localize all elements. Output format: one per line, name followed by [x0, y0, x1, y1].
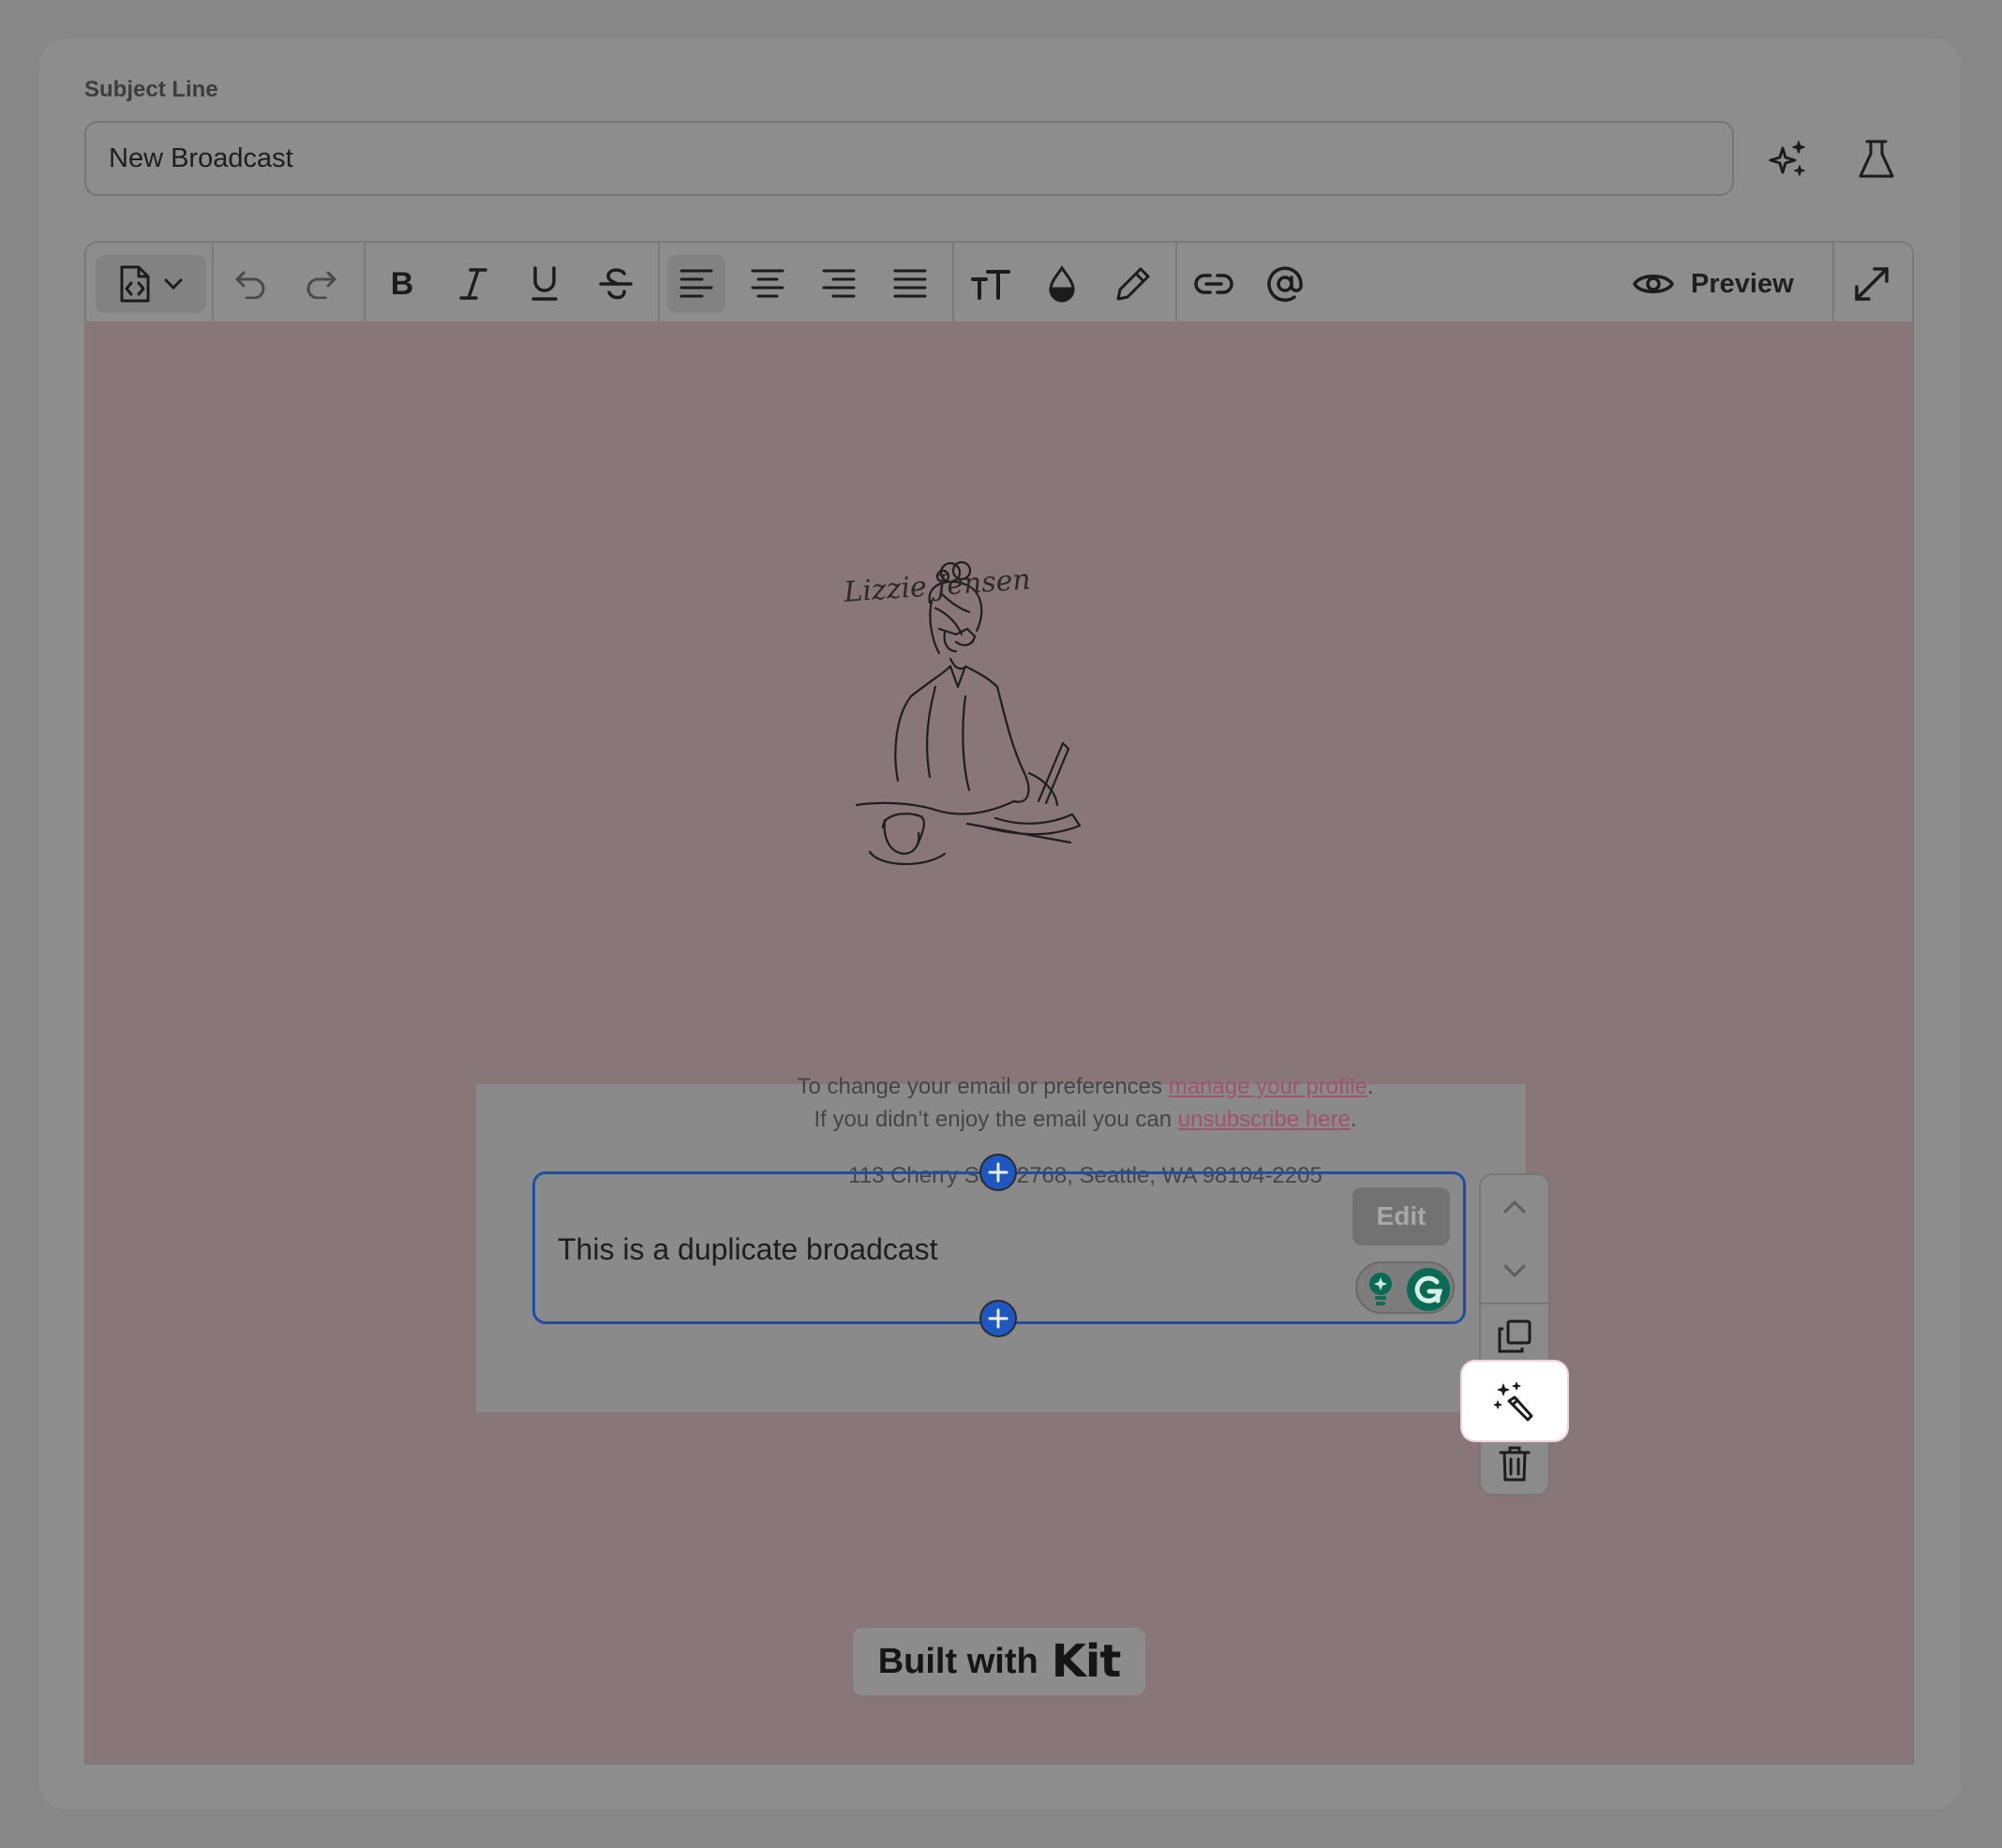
sparkles-icon — [1768, 139, 1809, 180]
footer-period-1: . — [1367, 1074, 1374, 1099]
preview-label: Preview — [1691, 268, 1794, 299]
template-menu-button[interactable] — [96, 255, 206, 313]
undo-icon — [233, 269, 267, 299]
align-right-icon — [822, 268, 856, 300]
footer-preferences-line: To change your email or preferences mana… — [171, 1074, 2000, 1100]
flask-icon — [1858, 139, 1895, 180]
align-center-button[interactable] — [739, 255, 797, 313]
unsubscribe-link[interactable]: unsubscribe here — [1178, 1107, 1351, 1132]
duplicate-block-button[interactable] — [1481, 1308, 1548, 1364]
align-left-icon — [680, 268, 713, 300]
grammarly-icon — [1406, 1267, 1451, 1312]
logo-illustration — [845, 556, 1157, 931]
kit-logo: Kit — [1051, 1635, 1122, 1688]
move-up-button[interactable] — [1481, 1179, 1548, 1235]
highlight-button[interactable] — [1104, 255, 1162, 313]
subject-line-input[interactable] — [84, 121, 1734, 196]
grammarly-widget[interactable] — [1355, 1261, 1455, 1314]
body-text[interactable]: This is a duplicate broadcast — [558, 1232, 938, 1267]
manage-profile-link[interactable]: manage your profile — [1169, 1074, 1367, 1099]
fullscreen-button[interactable] — [1843, 255, 1901, 313]
align-right-button[interactable] — [810, 255, 868, 313]
link-button[interactable] — [1185, 255, 1243, 313]
strikethrough-button[interactable] — [587, 255, 645, 313]
add-block-above-button[interactable] — [979, 1154, 1017, 1191]
bold-icon: B — [390, 265, 414, 302]
add-block-below-button[interactable] — [979, 1300, 1017, 1337]
align-left-button[interactable] — [667, 255, 725, 313]
subject-line-label: Subject Line — [84, 77, 218, 102]
text-color-button[interactable] — [1033, 255, 1091, 313]
marker-icon — [1115, 266, 1151, 302]
redo-icon — [305, 269, 338, 299]
strikethrough-icon — [599, 266, 633, 302]
editor-toolbar: B Preview — [84, 241, 1914, 323]
code-file-icon — [118, 264, 152, 304]
redo-button[interactable] — [292, 255, 351, 313]
email-canvas: To change your email or preferences mana… — [84, 321, 1914, 1765]
color-drop-icon — [1047, 265, 1077, 303]
underline-icon — [530, 266, 559, 302]
footer-unsubscribe-line: If you didn’t enjoy the email you can un… — [171, 1107, 2000, 1133]
move-down-button[interactable] — [1481, 1243, 1548, 1299]
italic-icon — [459, 267, 487, 301]
edit-button[interactable]: Edit — [1352, 1187, 1450, 1245]
text-size-icon — [971, 268, 1010, 300]
badge-prefix: Built with — [877, 1641, 1038, 1681]
chevron-up-icon — [1502, 1199, 1528, 1215]
magic-wand-icon — [1494, 1380, 1535, 1422]
block-actions-menu — [1479, 1173, 1550, 1496]
lightbulb-icon — [1367, 1271, 1395, 1308]
footer-period-2: . — [1350, 1107, 1357, 1132]
plus-icon — [988, 1308, 1008, 1329]
align-justify-icon — [893, 268, 927, 300]
mention-button[interactable] — [1256, 255, 1314, 313]
ab-test-button[interactable] — [1848, 131, 1905, 187]
italic-button[interactable] — [444, 255, 502, 313]
eye-icon — [1633, 270, 1674, 298]
undo-button[interactable] — [221, 255, 279, 313]
at-sign-icon — [1266, 265, 1304, 303]
ai-assist-button[interactable] — [1760, 131, 1816, 187]
underline-button[interactable] — [515, 255, 574, 313]
chevron-down-icon — [163, 277, 184, 291]
footer-text-2: If you didn’t enjoy the email you can — [814, 1107, 1178, 1132]
bold-button[interactable]: B — [373, 255, 431, 313]
expand-icon — [1854, 266, 1890, 302]
text-size-button[interactable] — [962, 255, 1020, 313]
plus-icon — [988, 1162, 1008, 1183]
link-icon — [1194, 272, 1233, 296]
delete-block-button[interactable] — [1481, 1436, 1548, 1492]
ai-rewrite-button[interactable] — [1462, 1362, 1567, 1440]
align-center-icon — [751, 268, 784, 300]
trash-icon — [1499, 1445, 1531, 1483]
chevron-down-icon — [1502, 1262, 1528, 1279]
built-with-kit-badge[interactable]: Built with Kit — [853, 1628, 1145, 1695]
copy-icon — [1497, 1319, 1532, 1354]
footer-text-1: To change your email or preferences — [797, 1074, 1169, 1099]
align-justify-button[interactable] — [881, 255, 939, 313]
